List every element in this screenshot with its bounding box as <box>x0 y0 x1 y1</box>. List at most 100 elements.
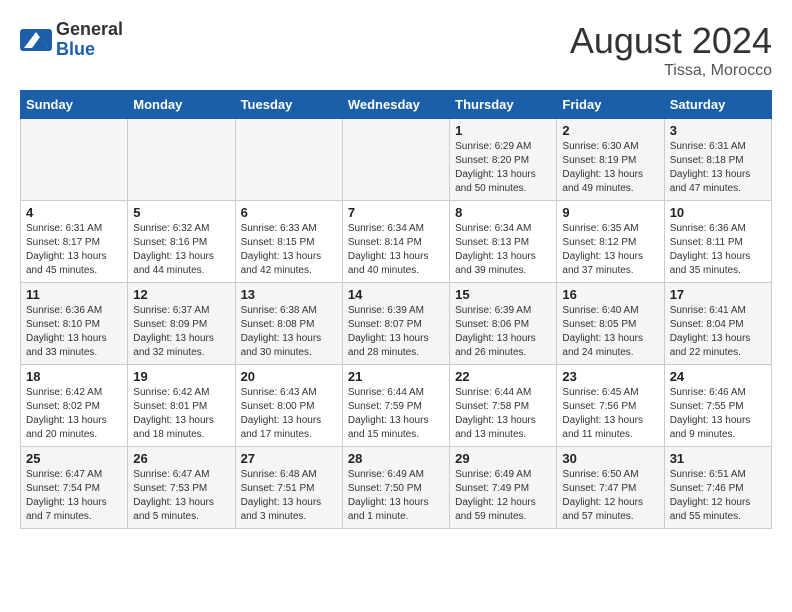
cell-content: Sunrise: 6:49 AM Sunset: 7:50 PM Dayligh… <box>348 468 444 524</box>
cell-content: Sunrise: 6:47 AM Sunset: 7:53 PM Dayligh… <box>133 468 229 524</box>
calendar-cell: 4 Sunrise: 6:31 AM Sunset: 8:17 PM Daylig… <box>21 201 128 283</box>
cell-content: Sunrise: 6:33 AM Sunset: 8:15 PM Dayligh… <box>241 222 337 278</box>
cell-content: Sunrise: 6:42 AM Sunset: 8:02 PM Dayligh… <box>26 386 122 442</box>
cell-content: Sunrise: 6:38 AM Sunset: 8:08 PM Dayligh… <box>241 304 337 360</box>
cell-content: Sunrise: 6:39 AM Sunset: 8:06 PM Dayligh… <box>455 304 551 360</box>
cell-content: Sunrise: 6:39 AM Sunset: 8:07 PM Dayligh… <box>348 304 444 360</box>
calendar-cell: 18 Sunrise: 6:42 AM Sunset: 8:02 PM Dayli… <box>21 365 128 447</box>
day-number: 12 <box>133 287 229 302</box>
cell-content: Sunrise: 6:44 AM Sunset: 7:58 PM Dayligh… <box>455 386 551 442</box>
cell-content: Sunrise: 6:44 AM Sunset: 7:59 PM Dayligh… <box>348 386 444 442</box>
day-number: 29 <box>455 451 551 466</box>
calendar-cell <box>342 119 449 201</box>
cell-content: Sunrise: 6:34 AM Sunset: 8:14 PM Dayligh… <box>348 222 444 278</box>
day-number: 19 <box>133 369 229 384</box>
day-number: 3 <box>670 123 766 138</box>
calendar-cell: 1 Sunrise: 6:29 AM Sunset: 8:20 PM Daylig… <box>450 119 557 201</box>
day-number: 9 <box>562 205 658 220</box>
cell-content: Sunrise: 6:37 AM Sunset: 8:09 PM Dayligh… <box>133 304 229 360</box>
day-number: 26 <box>133 451 229 466</box>
cell-content: Sunrise: 6:50 AM Sunset: 7:47 PM Dayligh… <box>562 468 658 524</box>
calendar-week-row: 18 Sunrise: 6:42 AM Sunset: 8:02 PM Dayli… <box>21 365 772 447</box>
calendar-cell: 6 Sunrise: 6:33 AM Sunset: 8:15 PM Daylig… <box>235 201 342 283</box>
day-number: 1 <box>455 123 551 138</box>
cell-content: Sunrise: 6:40 AM Sunset: 8:05 PM Dayligh… <box>562 304 658 360</box>
day-number: 8 <box>455 205 551 220</box>
cell-content: Sunrise: 6:36 AM Sunset: 8:10 PM Dayligh… <box>26 304 122 360</box>
day-number: 22 <box>455 369 551 384</box>
day-number: 15 <box>455 287 551 302</box>
day-number: 21 <box>348 369 444 384</box>
calendar-cell: 10 Sunrise: 6:36 AM Sunset: 8:11 PM Dayli… <box>664 201 771 283</box>
calendar-cell: 25Sunrise: 6:47 AM Sunset: 7:54 PM Dayli… <box>21 447 128 529</box>
page-header: General Blue August 2024 Tissa, Morocco <box>20 20 772 80</box>
col-header-saturday: Saturday <box>664 91 771 119</box>
calendar-cell: 2 Sunrise: 6:30 AM Sunset: 8:19 PM Daylig… <box>557 119 664 201</box>
logo-icon <box>20 29 52 51</box>
cell-content: Sunrise: 6:43 AM Sunset: 8:00 PM Dayligh… <box>241 386 337 442</box>
cell-content: Sunrise: 6:48 AM Sunset: 7:51 PM Dayligh… <box>241 468 337 524</box>
day-number: 11 <box>26 287 122 302</box>
logo: General Blue <box>20 20 123 60</box>
day-number: 25 <box>26 451 122 466</box>
day-number: 13 <box>241 287 337 302</box>
calendar-cell: 29 Sunrise: 6:49 AM Sunset: 7:49 PM Dayli… <box>450 447 557 529</box>
day-number: 14 <box>348 287 444 302</box>
calendar-cell: 7Sunrise: 6:34 AM Sunset: 8:14 PM Daylig… <box>342 201 449 283</box>
cell-content: Sunrise: 6:51 AM Sunset: 7:46 PM Dayligh… <box>670 468 766 524</box>
calendar-cell: 14 Sunrise: 6:39 AM Sunset: 8:07 PM Dayli… <box>342 283 449 365</box>
cell-content: Sunrise: 6:32 AM Sunset: 8:16 PM Dayligh… <box>133 222 229 278</box>
col-header-monday: Monday <box>128 91 235 119</box>
cell-content: Sunrise: 6:49 AM Sunset: 7:49 PM Dayligh… <box>455 468 551 524</box>
day-number: 27 <box>241 451 337 466</box>
cell-content: Sunrise: 6:34 AM Sunset: 8:13 PM Dayligh… <box>455 222 551 278</box>
calendar-week-row: 1 Sunrise: 6:29 AM Sunset: 8:20 PM Daylig… <box>21 119 772 201</box>
calendar-cell: 30Sunrise: 6:50 AM Sunset: 7:47 PM Dayli… <box>557 447 664 529</box>
day-number: 23 <box>562 369 658 384</box>
calendar-cell: 8 Sunrise: 6:34 AM Sunset: 8:13 PM Daylig… <box>450 201 557 283</box>
calendar-cell: 3 Sunrise: 6:31 AM Sunset: 8:18 PM Daylig… <box>664 119 771 201</box>
calendar-cell: 26 Sunrise: 6:47 AM Sunset: 7:53 PM Dayli… <box>128 447 235 529</box>
cell-content: Sunrise: 6:36 AM Sunset: 8:11 PM Dayligh… <box>670 222 766 278</box>
calendar-cell: 21 Sunrise: 6:44 AM Sunset: 7:59 PM Dayli… <box>342 365 449 447</box>
calendar-cell: 22 Sunrise: 6:44 AM Sunset: 7:58 PM Dayli… <box>450 365 557 447</box>
calendar-cell: 20 Sunrise: 6:43 AM Sunset: 8:00 PM Dayli… <box>235 365 342 447</box>
cell-content: Sunrise: 6:31 AM Sunset: 8:17 PM Dayligh… <box>26 222 122 278</box>
day-number: 2 <box>562 123 658 138</box>
calendar-cell: 23 Sunrise: 6:45 AM Sunset: 7:56 PM Dayli… <box>557 365 664 447</box>
calendar-cell: 5 Sunrise: 6:32 AM Sunset: 8:16 PM Daylig… <box>128 201 235 283</box>
calendar-cell: 13 Sunrise: 6:38 AM Sunset: 8:08 PM Dayli… <box>235 283 342 365</box>
calendar-cell: 12 Sunrise: 6:37 AM Sunset: 8:09 PM Dayli… <box>128 283 235 365</box>
cell-content: Sunrise: 6:31 AM Sunset: 8:18 PM Dayligh… <box>670 140 766 196</box>
calendar-cell: 16 Sunrise: 6:40 AM Sunset: 8:05 PM Dayli… <box>557 283 664 365</box>
cell-content: Sunrise: 6:35 AM Sunset: 8:12 PM Dayligh… <box>562 222 658 278</box>
cell-content: Sunrise: 6:45 AM Sunset: 7:56 PM Dayligh… <box>562 386 658 442</box>
cell-content: Sunrise: 6:29 AM Sunset: 8:20 PM Dayligh… <box>455 140 551 196</box>
cell-content: Sunrise: 6:46 AM Sunset: 7:55 PM Dayligh… <box>670 386 766 442</box>
day-number: 10 <box>670 205 766 220</box>
day-number: 4 <box>26 205 122 220</box>
calendar-week-row: 11 Sunrise: 6:36 AM Sunset: 8:10 PM Dayli… <box>21 283 772 365</box>
day-number: 20 <box>241 369 337 384</box>
day-number: 5 <box>133 205 229 220</box>
calendar-cell: 28Sunrise: 6:49 AM Sunset: 7:50 PM Dayli… <box>342 447 449 529</box>
cell-content: Sunrise: 6:42 AM Sunset: 8:01 PM Dayligh… <box>133 386 229 442</box>
title-block: August 2024 Tissa, Morocco <box>570 20 772 80</box>
col-header-sunday: Sunday <box>21 91 128 119</box>
calendar-cell: 11 Sunrise: 6:36 AM Sunset: 8:10 PM Dayli… <box>21 283 128 365</box>
location-subtitle: Tissa, Morocco <box>570 62 772 80</box>
calendar-cell: 9 Sunrise: 6:35 AM Sunset: 8:12 PM Daylig… <box>557 201 664 283</box>
calendar-cell: 17Sunrise: 6:41 AM Sunset: 8:04 PM Dayli… <box>664 283 771 365</box>
day-number: 16 <box>562 287 658 302</box>
day-number: 18 <box>26 369 122 384</box>
col-header-thursday: Thursday <box>450 91 557 119</box>
day-number: 6 <box>241 205 337 220</box>
day-number: 24 <box>670 369 766 384</box>
cell-content: Sunrise: 6:30 AM Sunset: 8:19 PM Dayligh… <box>562 140 658 196</box>
calendar-cell <box>21 119 128 201</box>
calendar-header-row: SundayMondayTuesdayWednesdayThursdayFrid… <box>21 91 772 119</box>
month-year-title: August 2024 <box>570 20 772 62</box>
col-header-friday: Friday <box>557 91 664 119</box>
calendar-week-row: 4 Sunrise: 6:31 AM Sunset: 8:17 PM Daylig… <box>21 201 772 283</box>
calendar-cell: 24 Sunrise: 6:46 AM Sunset: 7:55 PM Dayli… <box>664 365 771 447</box>
